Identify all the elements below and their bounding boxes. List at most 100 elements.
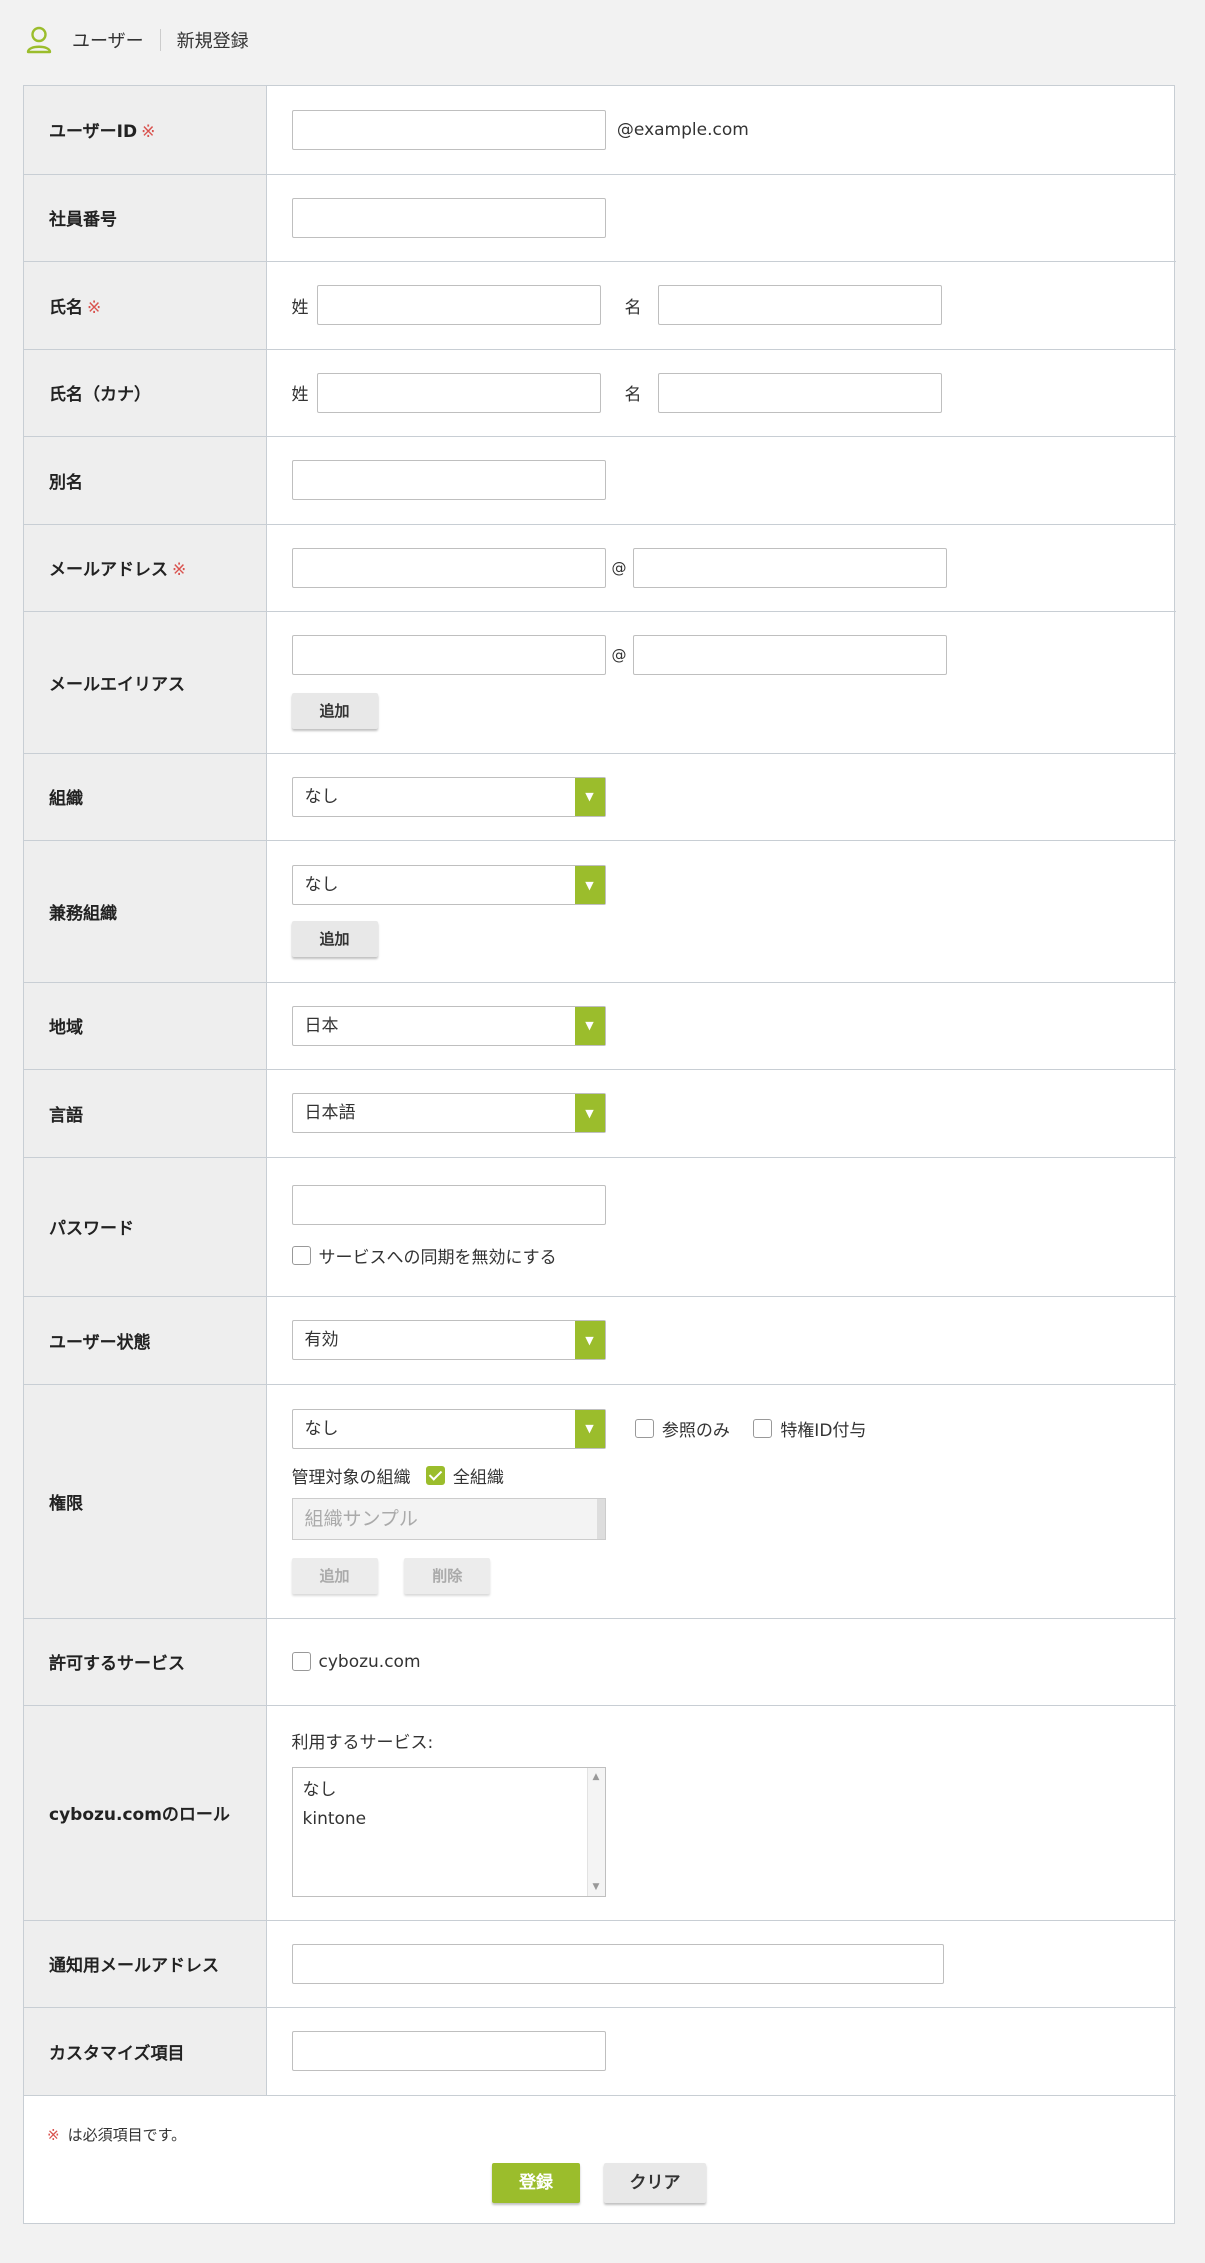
row-permission: 権限 なし ▼ 参照のみ 特権ID付与 管理対象の組織 全組織 組織サンプル 追加… xyxy=(24,1384,1176,1619)
form-actions: 登録 クリア xyxy=(23,2163,1175,2203)
label-email-alias: メールエイリアス xyxy=(24,611,267,754)
all-orgs-label: 全組織 xyxy=(452,1467,504,1488)
row-cybozu-role: cybozu.comのロール 利用するサービス: なし kintone ▲ ▼ xyxy=(24,1705,1176,1921)
chevron-down-icon: ▼ xyxy=(574,1094,605,1132)
region-select[interactable]: 日本 ▼ xyxy=(291,1005,606,1046)
services-listbox[interactable]: なし kintone ▲ ▼ xyxy=(291,1767,606,1897)
row-organization: 組織 なし ▼ xyxy=(24,753,1176,841)
email-alias-domain-input[interactable] xyxy=(632,635,947,675)
email-at: @ xyxy=(611,558,627,577)
email-alias-at: @ xyxy=(611,646,627,664)
required-mark: ※ xyxy=(47,2126,60,2144)
disable-sync-checkbox[interactable] xyxy=(291,1246,311,1265)
first-name-kana-input[interactable] xyxy=(657,372,942,413)
privileged-id-label: 特権ID付与 xyxy=(780,1421,867,1441)
clear-button[interactable]: クリア xyxy=(604,2163,706,2203)
list-item[interactable]: kintone xyxy=(303,1805,595,1834)
add-managed-org-button[interactable]: 追加 xyxy=(291,1557,378,1594)
label-notify-email: 通知用メールアドレス xyxy=(24,1920,267,2008)
row-password: パスワード サービスへの同期を無効にする xyxy=(24,1157,1176,1297)
read-only-checkbox[interactable] xyxy=(634,1419,654,1438)
last-name-label: 姓 xyxy=(291,297,309,318)
row-alias: 別名 xyxy=(24,436,1176,525)
disable-sync-label: サービスへの同期を無効にする xyxy=(318,1248,557,1268)
required-mark: ※ xyxy=(87,297,102,318)
row-allowed-services: 許可するサービス cybozu.com xyxy=(24,1618,1176,1706)
row-status: ユーザー状態 有効 ▼ xyxy=(24,1296,1176,1385)
required-note: ※ は必須項目です。 xyxy=(47,2126,187,2144)
required-mark: ※ xyxy=(141,122,156,143)
row-custom: カスタマイズ項目 xyxy=(24,2007,1176,2096)
alias-input[interactable] xyxy=(291,460,606,500)
chevron-down-icon: ▼ xyxy=(574,1409,605,1448)
user-icon xyxy=(26,26,52,54)
row-secondary-org: 兼務組織 なし ▼ 追加 xyxy=(24,840,1176,983)
label-password: パスワード xyxy=(24,1157,267,1297)
label-language: 言語 xyxy=(24,1069,267,1158)
first-name-input[interactable] xyxy=(657,285,942,325)
label-status: ユーザー状態 xyxy=(24,1296,267,1385)
scroll-up-icon[interactable]: ▲ xyxy=(593,1772,600,1782)
permission-select[interactable]: なし ▼ xyxy=(291,1408,606,1449)
services-label: 利用するサービス: xyxy=(291,1733,434,1753)
label-region: 地域 xyxy=(24,982,267,1070)
submit-button[interactable]: 登録 xyxy=(492,2163,580,2203)
password-input[interactable] xyxy=(291,1185,606,1225)
notify-email-input[interactable] xyxy=(291,1943,944,1984)
user-form: ユーザーID ※ @example.com 社員番号 氏名 ※ 姓名 氏名（カナ） … xyxy=(23,85,1176,2224)
row-language: 言語 日本語 ▼ xyxy=(24,1069,1176,1158)
scrollbar[interactable]: ▲ ▼ xyxy=(586,1768,605,1896)
user-id-domain: @example.com xyxy=(616,119,749,140)
row-notify-email: 通知用メールアドレス xyxy=(24,1920,1176,2008)
chevron-down-icon: ▼ xyxy=(574,1006,605,1045)
custom-field-input[interactable] xyxy=(291,2031,606,2071)
email-local-input[interactable] xyxy=(291,547,606,588)
breadcrumb-section[interactable]: ユーザー xyxy=(72,27,144,53)
all-orgs-checkbox[interactable] xyxy=(425,1465,445,1485)
page-title: 新規登録 xyxy=(176,31,249,52)
email-alias-local-input[interactable] xyxy=(291,635,606,675)
scroll-down-icon[interactable]: ▼ xyxy=(593,1882,600,1892)
required-mark: ※ xyxy=(172,560,187,580)
row-email-alias: メールエイリアス @ 追加 xyxy=(24,611,1176,754)
scrollbar[interactable] xyxy=(596,1498,605,1539)
row-employee-no: 社員番号 xyxy=(24,174,1176,262)
last-name-kana-label: 姓 xyxy=(291,385,309,405)
add-email-alias-button[interactable]: 追加 xyxy=(291,693,378,729)
row-email: メールアドレス ※ @ xyxy=(24,524,1176,612)
label-employee-no: 社員番号 xyxy=(24,174,267,262)
list-item[interactable]: なし xyxy=(303,1776,595,1805)
row-name-kana: 氏名（カナ） 姓 名 xyxy=(24,349,1176,437)
label-email: メールアドレス ※ xyxy=(24,524,267,612)
last-name-kana-input[interactable] xyxy=(316,372,601,413)
row-name: 氏名 ※ 姓 名 xyxy=(24,261,1176,350)
cybozu-com-label: cybozu.com xyxy=(318,1651,421,1672)
label-organization: 組織 xyxy=(24,753,267,841)
privileged-id-checkbox[interactable] xyxy=(753,1419,773,1438)
row-region: 地域 日本 ▼ xyxy=(24,982,1176,1070)
label-custom: カスタマイズ項目 xyxy=(24,2007,267,2096)
label-secondary-org: 兼務組織 xyxy=(24,840,267,983)
managed-org-list[interactable]: 組織サンプル xyxy=(291,1497,606,1540)
status-select[interactable]: 有効 ▼ xyxy=(291,1320,606,1360)
row-user-id: ユーザーID ※ @example.com xyxy=(24,86,1176,175)
chevron-down-icon: ▼ xyxy=(574,866,605,904)
secondary-org-select[interactable]: なし ▼ xyxy=(291,865,606,905)
employee-no-input[interactable] xyxy=(291,197,606,238)
add-secondary-org-button[interactable]: 追加 xyxy=(291,921,378,957)
language-select[interactable]: 日本語 ▼ xyxy=(291,1093,606,1133)
read-only-label: 参照のみ xyxy=(661,1421,730,1441)
label-cybozu-role: cybozu.comのロール xyxy=(24,1705,267,1921)
page-header: ユーザー 新規登録 xyxy=(0,0,1205,80)
managed-org-label: 管理対象の組織 xyxy=(291,1467,411,1488)
label-permission: 権限 xyxy=(24,1384,267,1619)
organization-select[interactable]: なし ▼ xyxy=(291,776,606,817)
delete-managed-org-button[interactable]: 削除 xyxy=(404,1557,491,1594)
cybozu-com-checkbox[interactable] xyxy=(291,1652,311,1671)
label-name-kana: 氏名（カナ） xyxy=(24,349,267,437)
user-id-input[interactable] xyxy=(291,109,606,150)
first-name-kana-label: 名 xyxy=(624,385,642,405)
email-domain-input[interactable] xyxy=(632,547,947,588)
chevron-down-icon: ▼ xyxy=(574,777,605,816)
last-name-input[interactable] xyxy=(316,285,601,325)
